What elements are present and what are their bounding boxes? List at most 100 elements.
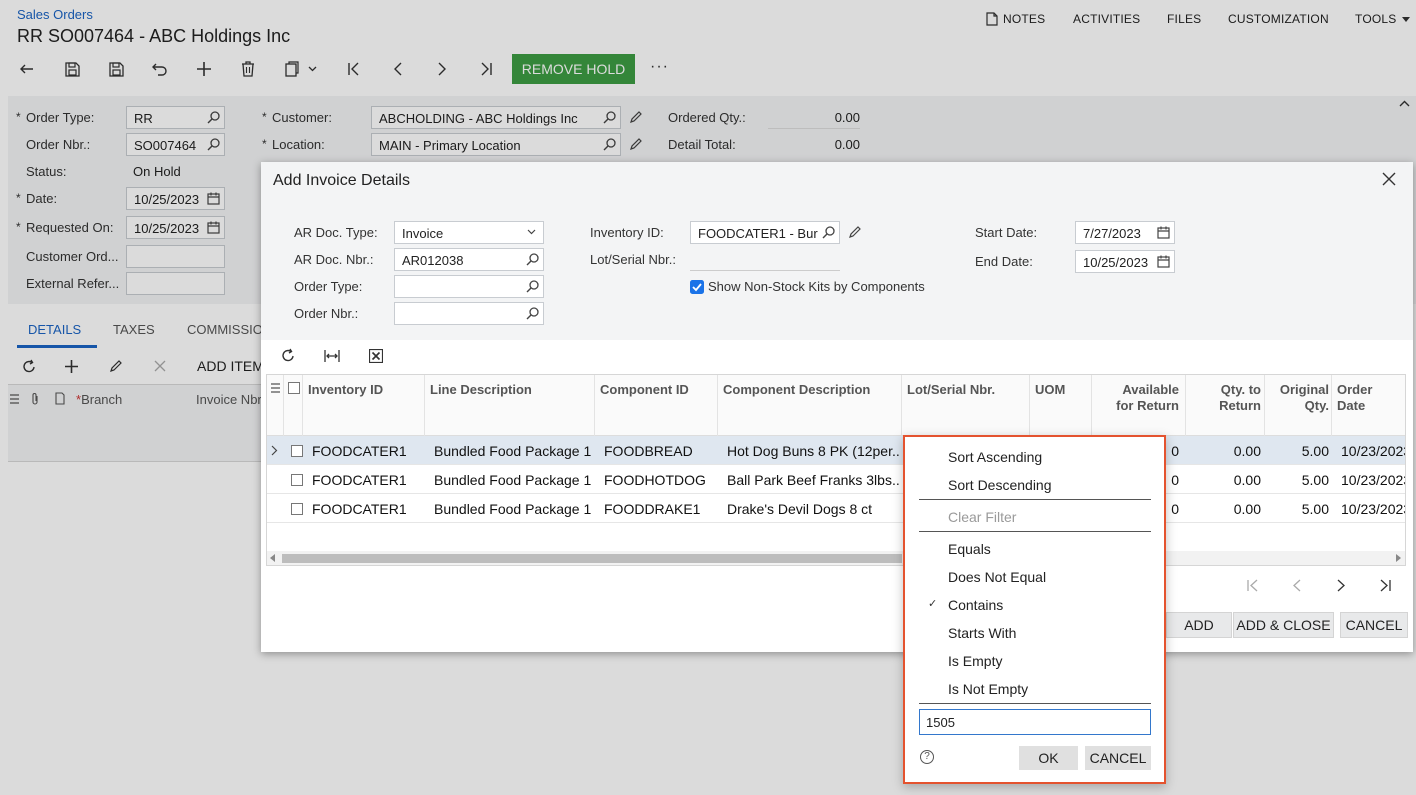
menu-divider — [919, 531, 1151, 532]
cell-order-date: 10/23/2023 — [1341, 501, 1405, 517]
calendar-icon[interactable] — [1157, 226, 1170, 239]
inventory-id-field[interactable]: FOODCATER1 - Bur — [690, 221, 840, 244]
end-date-value: 10/25/2023 — [1083, 255, 1149, 270]
col-available-for-return[interactable]: Available for Return — [1093, 382, 1179, 414]
row-settings-icon[interactable] — [270, 382, 281, 394]
col-available-line1: Available — [1122, 382, 1179, 397]
col-qty-line2: Return — [1219, 398, 1261, 413]
contains-item[interactable]: Contains — [948, 597, 1003, 613]
grid-header-row: Inventory ID Line Description Component … — [267, 375, 1405, 436]
scrollbar-thumb[interactable] — [282, 554, 902, 563]
calendar-icon[interactable] — [1157, 255, 1170, 268]
start-date-label: Start Date: — [975, 225, 1038, 240]
search-icon[interactable] — [822, 226, 835, 239]
dialog-close-button[interactable] — [1382, 172, 1396, 186]
is-empty-item[interactable]: Is Empty — [948, 653, 1002, 669]
add-and-close-button[interactable]: ADD & CLOSE — [1233, 612, 1334, 638]
ar-doc-type-select[interactable]: Invoice — [394, 221, 544, 244]
dialog-order-type-label: Order Type: — [294, 279, 363, 294]
table-row[interactable]: FOODCATER1 Bundled Food Package 1 FOODBR… — [267, 436, 1405, 465]
cell-original-qty: 5.00 — [1301, 472, 1329, 488]
dialog-cancel-button[interactable]: CANCEL — [1340, 612, 1408, 638]
col-inventory-id[interactable]: Inventory ID — [308, 382, 383, 398]
chevron-right-icon — [271, 445, 278, 456]
cell-component-description: Hot Dog Buns 8 PK (12per... — [727, 443, 899, 459]
cell-line-description: Bundled Food Package 1 — [434, 501, 592, 517]
col-component-id[interactable]: Component ID — [600, 382, 689, 398]
col-original-qty[interactable]: Original Qty. — [1267, 382, 1329, 414]
col-original-line1: Original — [1279, 382, 1329, 397]
cell-inventory-id: FOODCATER1 — [312, 472, 407, 488]
starts-with-item[interactable]: Starts With — [948, 625, 1016, 641]
filter-value-input[interactable]: 1505 — [919, 709, 1151, 735]
scroll-right-icon[interactable] — [1395, 554, 1401, 562]
col-original-line2: Qty. — [1304, 398, 1329, 413]
ar-doc-type-value: Invoice — [402, 226, 444, 241]
horizontal-scrollbar[interactable] — [267, 551, 1405, 565]
search-icon[interactable] — [526, 280, 539, 293]
col-qty-line1: Qty. to — [1220, 382, 1261, 397]
add-button[interactable]: ADD — [1166, 612, 1232, 638]
first-page-icon[interactable] — [1246, 579, 1259, 592]
cell-component-description: Drake's Devil Dogs 8 ct — [727, 501, 873, 517]
checkbox-checked-icon — [690, 279, 704, 294]
table-row[interactable]: FOODCATER1 Bundled Food Package 1 FOODDR… — [267, 494, 1405, 523]
filter-ok-button[interactable]: OK — [1019, 746, 1078, 770]
is-not-empty-item[interactable]: Is Not Empty — [948, 681, 1028, 697]
search-icon[interactable] — [526, 307, 539, 320]
checkmark-icon: ✓ — [928, 598, 938, 610]
sort-ascending-item[interactable]: Sort Ascending — [948, 449, 1042, 465]
row-checkbox[interactable] — [291, 445, 303, 457]
col-uom[interactable]: UOM — [1035, 382, 1065, 398]
edit-pencil-icon[interactable] — [848, 226, 861, 239]
close-icon — [1382, 172, 1396, 186]
filter-cancel-button[interactable]: CANCEL — [1085, 746, 1151, 770]
dialog-order-type-field[interactable] — [394, 275, 544, 298]
cell-order-date: 10/23/2023 — [1341, 472, 1405, 488]
col-lot-serial[interactable]: Lot/Serial Nbr. — [907, 382, 995, 398]
cell-component-id: FOODDRAKE1 — [604, 501, 701, 517]
sales-order-page: Sales Orders RR SO007464 - ABC Holdings … — [0, 0, 1416, 795]
dialog-order-nbr-field[interactable] — [394, 302, 544, 325]
col-order-date-line2: Date — [1337, 398, 1366, 413]
sort-descending-item[interactable]: Sort Descending — [948, 477, 1052, 493]
last-page-icon[interactable] — [1379, 579, 1392, 592]
show-kits-checkbox[interactable]: Show Non-Stock Kits by Components — [690, 279, 925, 294]
fit-columns-icon[interactable] — [324, 350, 340, 362]
does-not-equal-item[interactable]: Does Not Equal — [948, 569, 1046, 585]
help-icon[interactable]: ? — [920, 750, 934, 764]
scroll-left-icon[interactable] — [270, 554, 276, 562]
col-available-line2: for Return — [1116, 398, 1179, 413]
row-checkbox[interactable] — [291, 503, 303, 515]
previous-page-icon[interactable] — [1292, 579, 1301, 592]
next-page-icon[interactable] — [1337, 579, 1346, 592]
ar-doc-nbr-value: AR012038 — [402, 253, 464, 268]
ar-doc-nbr-field[interactable]: AR012038 — [394, 248, 544, 271]
menu-divider — [919, 499, 1151, 500]
column-filter-popup: Sort Ascending Sort Descending Clear Fil… — [903, 435, 1166, 784]
row-checkbox[interactable] — [291, 474, 303, 486]
col-order-date[interactable]: Order Date — [1337, 382, 1372, 414]
add-invoice-details-dialog: Add Invoice Details AR Doc. Type: Invoic… — [261, 162, 1413, 652]
inventory-id-value: FOODCATER1 - Bur — [698, 226, 818, 241]
equals-item[interactable]: Equals — [948, 541, 991, 557]
cell-component-id: FOODHOTDOG — [604, 472, 706, 488]
clear-filter-item[interactable]: Clear Filter — [948, 509, 1016, 525]
select-all-checkbox[interactable] — [288, 382, 300, 394]
export-excel-icon[interactable] — [369, 349, 383, 363]
cell-qty-to-return: 0.00 — [1233, 443, 1261, 459]
lot-serial-field[interactable] — [690, 248, 840, 271]
end-date-field[interactable]: 10/25/2023 — [1075, 250, 1175, 273]
search-icon[interactable] — [526, 253, 539, 266]
cell-order-date: 10/23/2023 — [1341, 443, 1405, 459]
col-component-description[interactable]: Component Description — [723, 382, 870, 398]
invoice-lines-grid: Inventory ID Line Description Component … — [266, 374, 1406, 566]
end-date-label: End Date: — [975, 254, 1033, 269]
refresh-icon[interactable] — [281, 348, 296, 363]
col-line-description[interactable]: Line Description — [430, 382, 532, 398]
cell-inventory-id: FOODCATER1 — [312, 443, 407, 459]
start-date-field[interactable]: 7/27/2023 — [1075, 221, 1175, 244]
col-qty-to-return[interactable]: Qty. to Return — [1187, 382, 1261, 414]
show-kits-label: Show Non-Stock Kits by Components — [708, 279, 925, 294]
table-row[interactable]: FOODCATER1 Bundled Food Package 1 FOODHO… — [267, 465, 1405, 494]
